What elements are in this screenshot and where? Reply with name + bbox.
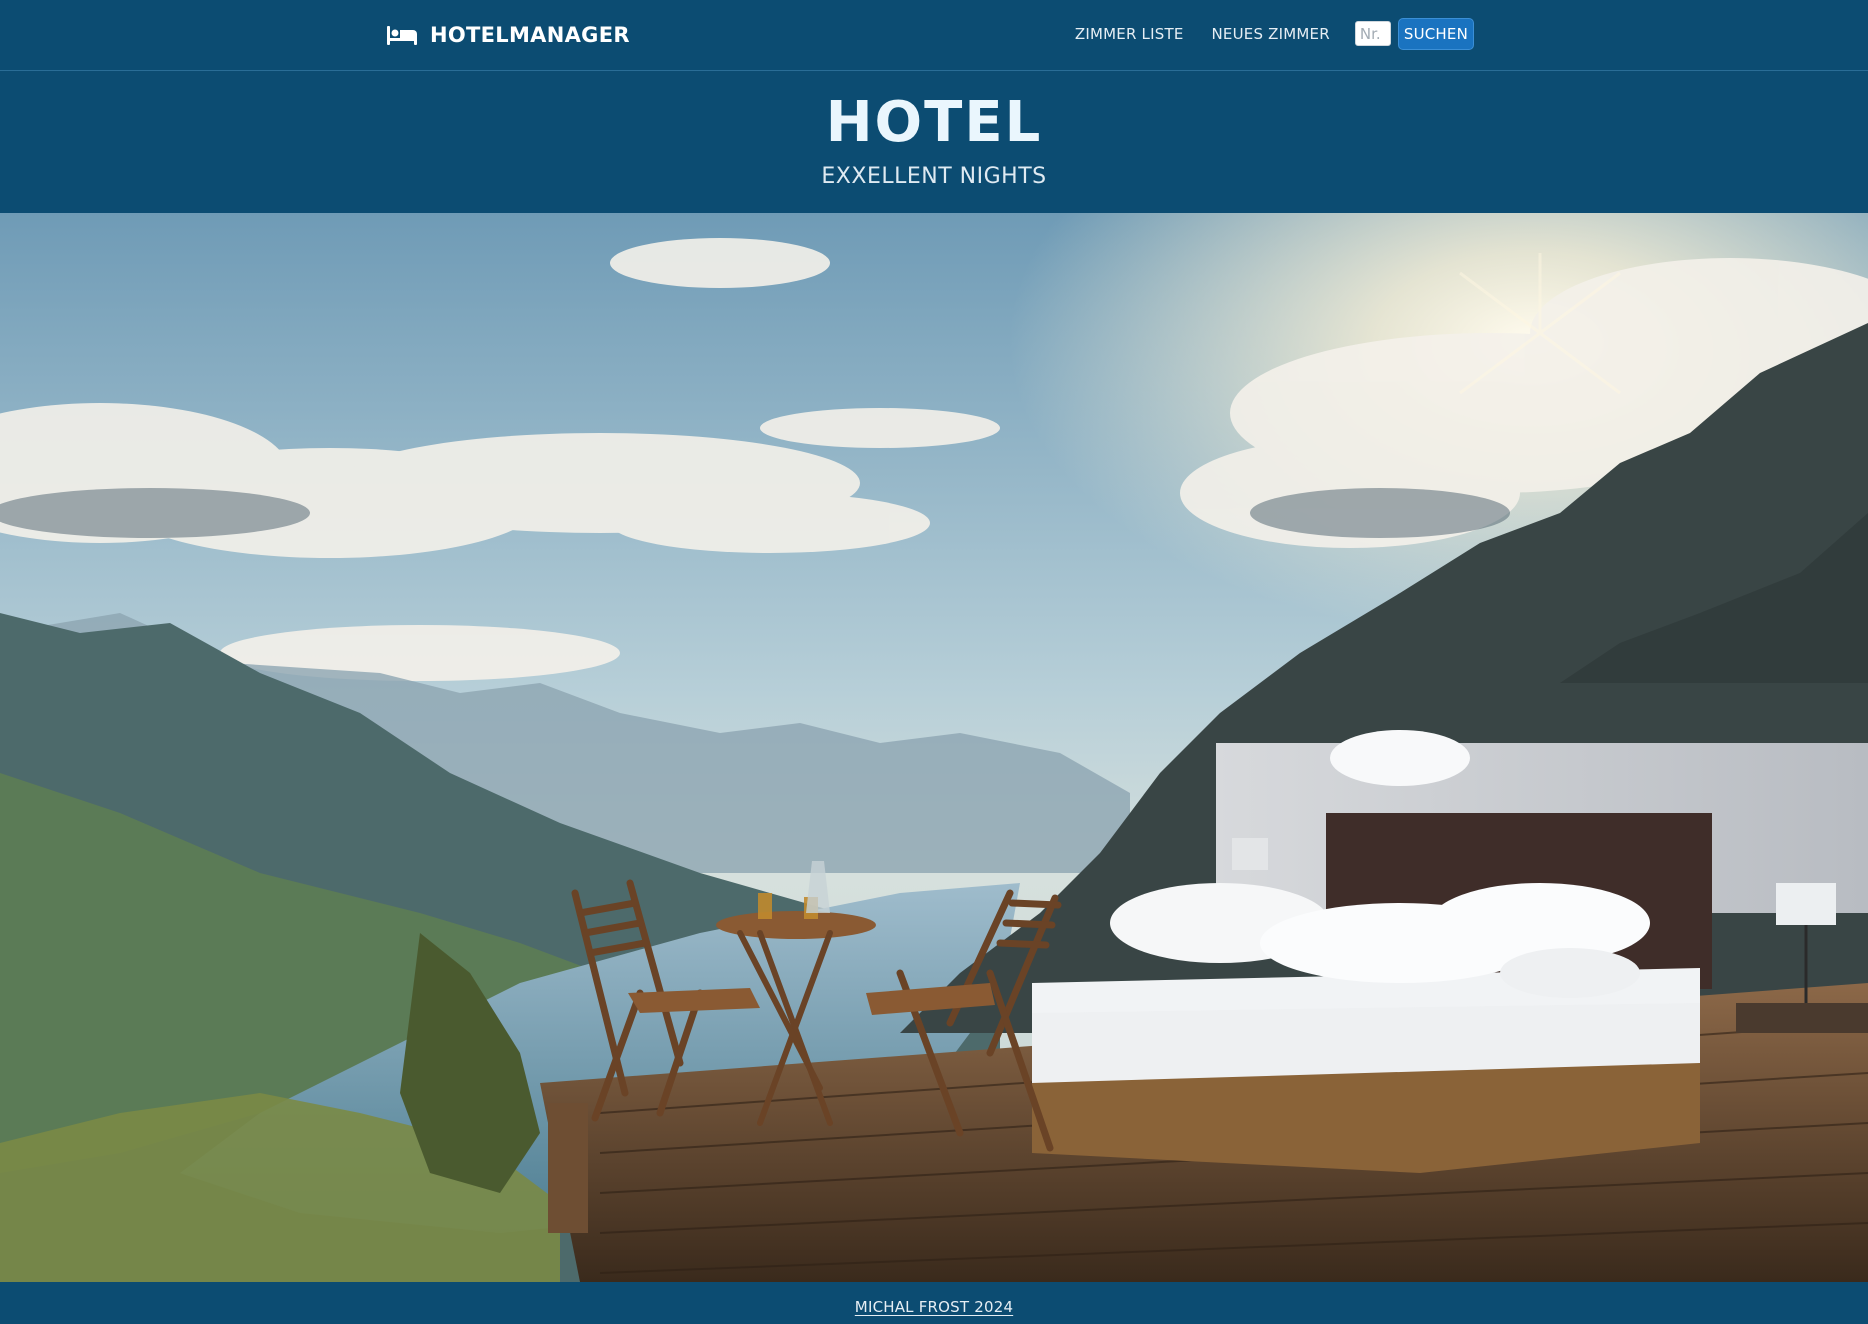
brand-name: HOTELMANAGER <box>430 23 630 47</box>
brand-link[interactable]: HOTELMANAGER <box>386 20 630 50</box>
nav-link-zimmer-liste[interactable]: ZIMMER LISTE <box>1075 25 1184 43</box>
hero-photo-illustration <box>0 213 1868 1282</box>
room-number-input[interactable] <box>1354 21 1391 46</box>
hero-image <box>0 213 1868 1282</box>
search-button[interactable]: SUCHEN <box>1397 17 1474 50</box>
footer-credit-link[interactable]: MICHAL FROST 2024 <box>855 1298 1013 1316</box>
page-header: HOTEL EXXELLENT NIGHTS <box>0 72 1868 213</box>
page-title: HOTEL <box>825 90 1043 155</box>
page-subtitle: EXXELLENT NIGHTS <box>821 164 1047 189</box>
footer: MICHAL FROST 2024 <box>0 1282 1868 1324</box>
bed-icon <box>386 24 418 46</box>
nav-link-neues-zimmer[interactable]: NEUES ZIMMER <box>1212 25 1330 43</box>
navbar: HOTELMANAGER ZIMMER LISTE NEUES ZIMMER S… <box>0 0 1868 71</box>
nav-links: ZIMMER LISTE NEUES ZIMMER SUCHEN <box>1075 0 1474 67</box>
